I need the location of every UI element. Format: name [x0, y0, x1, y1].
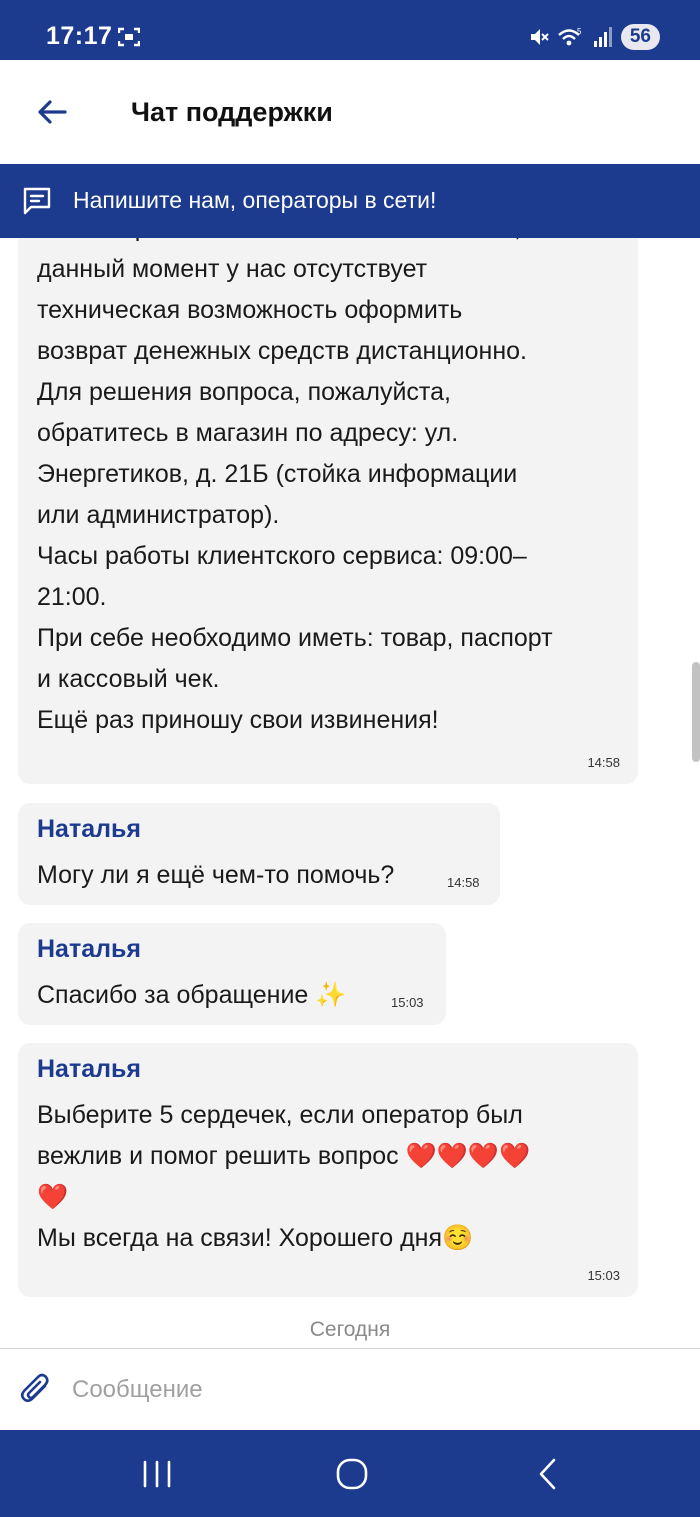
svg-text:5: 5	[577, 27, 582, 36]
chat-icon	[23, 187, 51, 215]
scrollbar-thumb[interactable]	[692, 662, 700, 762]
screen-record-icon	[118, 27, 140, 47]
message-bubble: Наталья Могу ли я ещё чем-то помочь? 14:…	[18, 803, 500, 905]
message-bubble: свои искренние извинения. К сожалению, в…	[18, 238, 638, 784]
message-composer	[0, 1348, 700, 1430]
message-text: Выберите 5 сердечек, если оператор был в…	[37, 1101, 531, 1252]
message-text: свои искренние извинения. К сожалению, в…	[37, 238, 553, 734]
message-time: 15:03	[391, 995, 424, 1010]
home-icon[interactable]	[332, 1456, 372, 1492]
signal-icon	[593, 27, 612, 47]
recent-apps-icon[interactable]	[137, 1456, 177, 1492]
message-bubble: Наталья Спасибо за обращение ✨ 15:03	[18, 923, 446, 1025]
message-time: 14:58	[447, 875, 480, 890]
status-bar: 17:17 5 56	[0, 0, 700, 60]
operators-online-banner[interactable]: Напишите нам, операторы в сети!	[0, 164, 700, 238]
message-time: 14:58	[587, 755, 620, 770]
banner-text: Напишите нам, операторы в сети!	[73, 187, 437, 213]
message-sender: Наталья	[37, 1055, 141, 1083]
message-text: Спасибо за обращение ✨	[37, 981, 347, 1009]
mute-icon	[530, 29, 549, 45]
message-input[interactable]	[72, 1367, 672, 1413]
date-separator: Сегодня	[309, 1318, 391, 1341]
back-nav-icon[interactable]	[528, 1456, 568, 1492]
message-text: Могу ли я ещё чем-то помочь?	[37, 861, 395, 889]
message-sender: Наталья	[37, 935, 141, 963]
message-time: 15:03	[587, 1268, 620, 1283]
status-time: 17:17	[46, 22, 113, 50]
paperclip-icon[interactable]	[18, 1371, 56, 1409]
wifi-icon: 5	[558, 27, 582, 46]
system-nav-bar	[0, 1430, 700, 1517]
arrow-left-icon	[38, 100, 67, 124]
message-bubble: Наталья Выберите 5 сердечек, если операт…	[18, 1043, 638, 1297]
status-icons: 5 56	[529, 24, 660, 50]
app-header: Чат поддержки	[0, 60, 700, 164]
battery-badge: 56	[620, 24, 660, 50]
chat-messages[interactable]: свои искренние извинения. К сожалению, в…	[0, 238, 700, 1348]
back-button[interactable]	[30, 90, 74, 134]
message-sender: Наталья	[37, 815, 141, 843]
page-title: Чат поддержки	[131, 97, 333, 127]
